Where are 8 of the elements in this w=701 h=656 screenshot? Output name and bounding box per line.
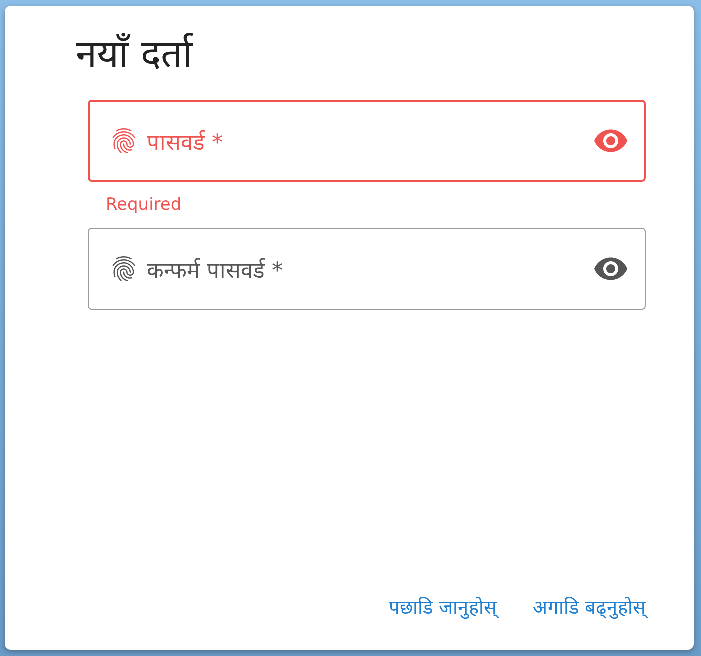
dialog-title: नयाँ दर्ता <box>76 31 194 78</box>
field-label: कन्फर्म पासवर्ड * <box>147 257 283 284</box>
text-button[interactable]: अगाडि बढ्नुहोस् <box>532 590 646 624</box>
field-label: पासवर्ड * <box>147 129 223 156</box>
password-field[interactable]: पासवर्ड * <box>88 100 646 182</box>
error-message: Required <box>106 194 183 216</box>
password-field[interactable]: कन्फर्म पासवर्ड * <box>88 228 646 310</box>
text-button[interactable]: पछाडि जानुहोस् <box>388 590 497 624</box>
